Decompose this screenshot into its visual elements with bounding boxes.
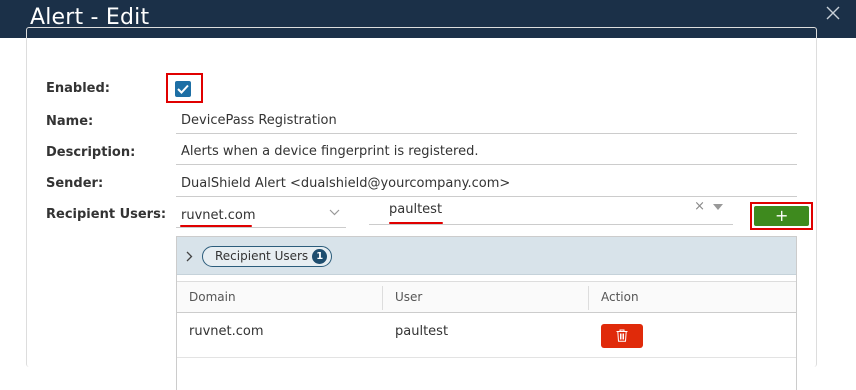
recipient-users-pill-label: Recipient Users: [215, 249, 309, 263]
close-icon[interactable]: [826, 6, 842, 22]
description-field[interactable]: Alerts when a device fingerprint is regi…: [176, 137, 797, 165]
annotation-underline-domain: [180, 225, 252, 227]
caret-down-icon[interactable]: [713, 204, 723, 210]
recipient-count-badge: 1: [312, 249, 328, 264]
row-domain: ruvnet.com: [189, 324, 264, 339]
sender-label: Sender:: [46, 176, 104, 191]
name-field[interactable]: DevicePass Registration: [176, 106, 797, 134]
domain-select[interactable]: ruvnet.com: [176, 201, 346, 228]
column-header-action[interactable]: Action: [601, 290, 639, 304]
clear-icon[interactable]: ×: [694, 199, 705, 214]
grid-header: Domain User Action: [177, 281, 796, 313]
enabled-checkbox[interactable]: [175, 81, 191, 97]
recipient-users-pill[interactable]: Recipient Users 1: [202, 246, 333, 267]
chevron-right-icon[interactable]: [186, 251, 193, 262]
table-row: ruvnet.com paultest: [177, 314, 796, 358]
chevron-down-icon: [329, 209, 340, 216]
recipient-users-label: Recipient Users:: [46, 207, 167, 222]
annotation-underline-user: [389, 222, 443, 224]
domain-select-value: ruvnet.com: [181, 208, 256, 223]
user-select-value: paultest: [389, 202, 443, 217]
sender-field[interactable]: DualShield Alert <dualshield@yourcompany…: [176, 169, 797, 197]
name-label: Name:: [46, 114, 94, 129]
trash-icon: [616, 329, 628, 342]
delete-recipient-button[interactable]: [601, 324, 643, 348]
column-header-user[interactable]: User: [395, 290, 422, 304]
recipients-panel-header[interactable]: Recipient Users 1: [177, 237, 796, 275]
plus-icon: +: [775, 206, 789, 225]
column-header-domain[interactable]: Domain: [189, 290, 236, 304]
recipients-panel: Recipient Users 1 Domain User Action ruvn…: [176, 236, 797, 390]
column-separator[interactable]: [588, 286, 589, 310]
checkmark-icon: [177, 84, 189, 94]
column-separator[interactable]: [382, 286, 383, 310]
add-recipient-button[interactable]: +: [754, 206, 809, 226]
description-label: Description:: [46, 145, 136, 160]
row-user: paultest: [395, 324, 449, 339]
enabled-label: Enabled:: [46, 81, 110, 96]
